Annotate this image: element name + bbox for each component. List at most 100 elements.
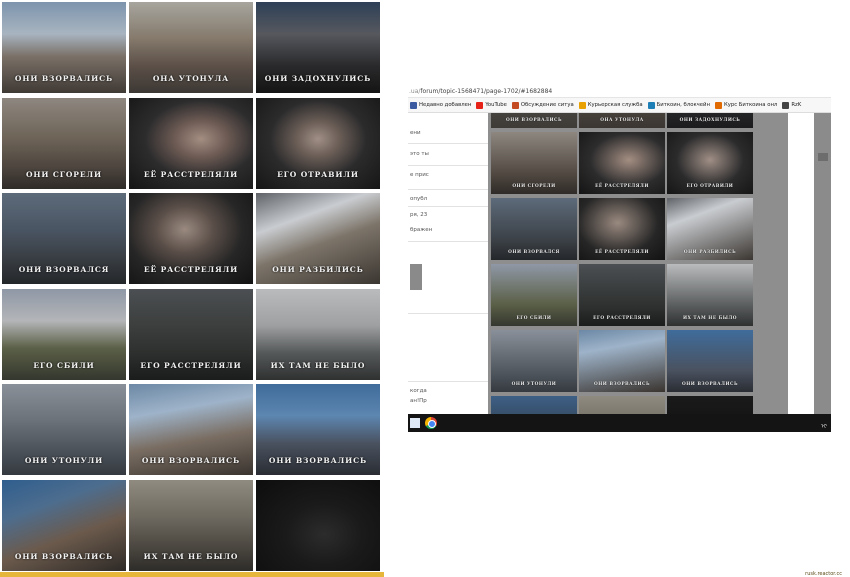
divider (408, 313, 488, 314)
collage-tile: ЕГО РАССТРЕЛЯЛИ (129, 288, 253, 380)
taskbar: ᢈ (408, 414, 831, 432)
tile-caption: ЕЁ РАССТРЕЛЯЛИ (143, 169, 239, 179)
bookmark-label: RzK (791, 102, 802, 108)
forum-text-snippet: опубл (410, 196, 428, 202)
tile-caption: ОНИ СГОРЕЛИ (26, 169, 102, 179)
overlay-tile-caption: ОНИ УТОНУЛИ (511, 382, 557, 387)
courier-icon (578, 101, 586, 109)
overlay-tile[interactable]: ЕЁ РАССТРЕЛЯЛИ (579, 198, 665, 260)
overlay-tile[interactable]: ЕЁ РАССТРЕЛЯЛИ (579, 132, 665, 194)
forum-text-snippet: когда (410, 388, 427, 394)
collage-tile: ОНИ СГОРЕЛИ (2, 97, 126, 189)
forum-text-snippet: е прис (410, 172, 429, 178)
bookmark-label: Обсуждение ситуа (520, 102, 574, 108)
bookmark-item[interactable]: RzK (782, 101, 802, 109)
collage-tile: ОНИ ВЗОРВАЛИСЬ (2, 2, 126, 93)
divider (408, 241, 488, 242)
bookmark-label: Биткоин, блокчейн (656, 102, 710, 108)
collage-tile: ИХ ТАМ НЕ БЫЛО (256, 288, 380, 380)
overlay-tile[interactable]: ОНА УТОНУЛА (579, 113, 665, 128)
k-icon (410, 101, 417, 109)
bookmark-item[interactable]: Обсуждение ситуа (511, 101, 574, 109)
forum-page: ени это ты е прис опубл ря, 23 бражен когда ан!… (408, 113, 831, 414)
scrollbar[interactable] (814, 113, 831, 414)
divider (408, 189, 488, 190)
bookmark-label: Недавно добавлен (419, 102, 472, 108)
overlay-tile[interactable] (491, 396, 577, 414)
collage-tile: ЕГО ОТРАВИЛИ (256, 97, 380, 189)
overlay-tile-caption: ИХ ТАМ НЕ БЫЛО (682, 316, 738, 321)
tile-caption: ЕГО РАССТРЕЛЯЛИ (140, 360, 242, 370)
bookmark-label: YouTube (485, 102, 507, 108)
bookmark-item[interactable]: Недавно добавлен (410, 101, 472, 109)
overlay-tile[interactable]: ОНИ ВЗОРВАЛИСЬ (579, 330, 665, 392)
collage-tile: ИХ ТАМ НЕ БЫЛО (129, 479, 253, 571)
bookmark-item[interactable]: Биткоин, блокчейн (647, 101, 710, 109)
watermark: rusk.reactor.cc (805, 571, 842, 577)
collage-tile: ОНИ ВЗОРВАЛСЯ (2, 193, 126, 284)
bike-icon (511, 101, 519, 109)
divider (408, 165, 488, 166)
overlay-tile[interactable]: ЕГО РАССТРЕЛЯЛИ (579, 264, 665, 326)
tile-caption: ИХ ТАМ НЕ БЫЛО (143, 551, 239, 561)
overlay-tile-caption: ЕГО ОТРАВИЛИ (686, 184, 734, 189)
overlay-tile[interactable]: ОНИ ВЗОРВАЛИСЬ (667, 330, 753, 392)
overlay-tile[interactable] (579, 396, 665, 414)
collage-tile: ОНА УТОНУЛА (129, 2, 253, 93)
overlay-tile-caption: ЕГО СБИЛИ (516, 316, 552, 321)
collage-tile: ЕЁ РАССТРЕЛЯЛИ (129, 97, 253, 189)
forum-text-snippet: ря, 23 (410, 212, 428, 218)
overlay-tile[interactable]: ОНИ ЗАДОХНУЛИСЬ (667, 113, 753, 128)
scroll-thumb[interactable] (818, 153, 828, 161)
divider (408, 381, 488, 382)
tile-caption: ОНИ РАЗБИЛИСЬ (272, 265, 364, 274)
tray-icon[interactable]: ᢈ (821, 419, 827, 430)
overlay-tile[interactable]: ЕГО ОТРАВИЛИ (667, 132, 753, 194)
overlay-tile[interactable] (667, 396, 753, 414)
overlay-tile-caption: ОНА УТОНУЛА (600, 118, 644, 123)
tile-caption: ОНИ ВЗОРВАЛИСЬ (141, 456, 241, 465)
bookmark-item[interactable]: Курс Биткоина онл (714, 101, 778, 109)
tile-caption: ЕГО СБИЛИ (33, 360, 95, 370)
post-thumbnail[interactable] (410, 264, 422, 290)
overlay-tile[interactable]: ОНИ РАЗБИЛИСЬ (667, 198, 753, 260)
bookmark-label: Курьерская служба (587, 102, 643, 108)
collage-tile: ОНИ ВЗОРВАЛИСЬ (2, 479, 126, 571)
youtube-icon (476, 101, 484, 109)
overlay-tile[interactable]: ОНИ ВЗОРВАЛИСЬ (491, 113, 577, 128)
overlay-tile[interactable]: ИХ ТАМ НЕ БЫЛО (667, 264, 753, 326)
tile-caption: ЕЁ РАССТРЕЛЯЛИ (143, 265, 239, 274)
overlay-tile-caption: ОНИ ВЗОРВАЛИСЬ (505, 118, 563, 123)
tile-caption: ОНА УТОНУЛА (152, 74, 230, 83)
overlay-tile[interactable]: ЕГО СБИЛИ (491, 264, 577, 326)
collage-tile: ЕЁ РАССТРЕЛЯЛИ (129, 193, 253, 284)
address-bar[interactable]: .ua/forum/topic-1568471/page-1702/#16828… (408, 84, 831, 98)
chrome-icon[interactable] (425, 417, 437, 429)
overlay-tile[interactable]: ОНИ СГОРЕЛИ (491, 132, 577, 194)
overlay-tile-caption: ЕГО РАССТРЕЛЯЛИ (593, 316, 651, 321)
collage-tile: ЕГО СБИЛИ (2, 288, 126, 380)
tile-caption: ОНИ ВЗОРВАЛИСЬ (14, 74, 114, 83)
overlay-tile[interactable]: ОНИ УТОНУЛИ (491, 330, 577, 392)
overlay-tile[interactable]: ОНИ ВЗОРВАЛСЯ (491, 198, 577, 260)
overlay-tile-caption: ОНИ ВЗОРВАЛИСЬ (593, 382, 651, 387)
tile-caption: ОНИ УТОНУЛИ (24, 456, 104, 465)
bookmark-label: Курс Биткоина онл (723, 102, 778, 108)
bookmark-item[interactable]: Курьерская служба (578, 101, 643, 109)
collage-strip (0, 572, 384, 577)
bitcoin-icon (647, 101, 655, 109)
overlay-tile-caption: ОНИ СГОРЕЛИ (512, 184, 556, 189)
tile-caption: ИХ ТАМ НЕ БЫЛО (270, 360, 366, 370)
tile-caption: ОНИ ВЗОРВАЛИСЬ (268, 456, 368, 465)
forum-text-snippet: это ты (410, 151, 429, 157)
image-collage: ОНИ ВЗОРВАЛИСЬ ОНА УТОНУЛА ОНИ ЗАДОХНУЛИСЬ… (0, 0, 384, 577)
collage-tile: ОНИ РАЗБИЛИСЬ (256, 193, 380, 284)
forum-text-snippet: бражен (410, 227, 433, 233)
bookmark-item[interactable]: YouTube (476, 101, 507, 109)
bookmarks-bar: Недавно добавлен YouTube Обсуждение ситуа К… (408, 98, 831, 113)
windows-start-icon[interactable] (410, 418, 420, 428)
tile-caption: ОНИ ВЗОРВАЛИСЬ (14, 551, 114, 561)
overlay-tile-caption: ОНИ ЗАДОХНУЛИСЬ (679, 118, 741, 123)
overlay-tile-caption: ЕЁ РАССТРЕЛЯЛИ (595, 184, 649, 189)
tile-caption: ЕГО ОТРАВИЛИ (277, 169, 359, 179)
